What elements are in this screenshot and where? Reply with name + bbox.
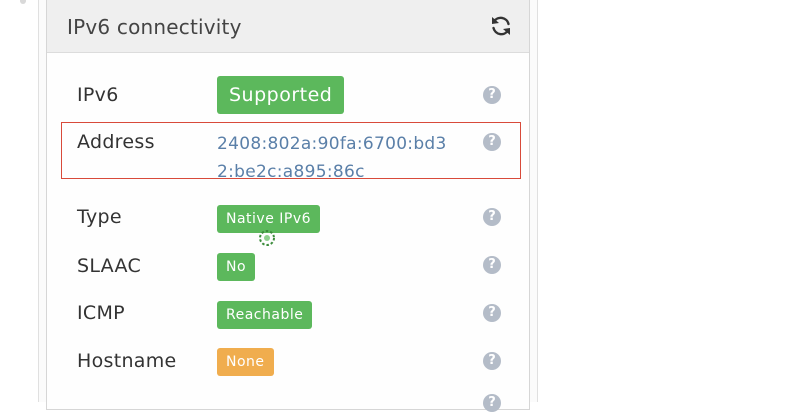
status-badge-icmp: Reachable (217, 301, 313, 329)
refresh-icon[interactable] (489, 14, 513, 38)
window-edge (20, 0, 26, 4)
row-label-slaac: SLAAC (77, 255, 142, 277)
status-badge-slaac: No (217, 253, 256, 281)
status-badge-ipv6: Supported (217, 76, 345, 114)
help-icon-icmp[interactable]: ? (483, 304, 501, 322)
status-badge-hostname: None (217, 348, 274, 376)
help-icon-type[interactable]: ? (483, 208, 501, 226)
ipv6-connectivity-panel: IPv6 connectivity IPv6 Supported ? Addre… (46, 0, 530, 412)
row-label-hostname: Hostname (77, 350, 177, 372)
help-icon-slaac[interactable]: ? (483, 256, 501, 274)
panel-header: IPv6 connectivity (47, 0, 529, 53)
row-label-type: Type (77, 206, 122, 228)
busy-cursor-icon (259, 230, 275, 246)
panel-title: IPv6 connectivity (67, 15, 242, 39)
address-highlight-box (61, 122, 521, 179)
row-label-icmp: ICMP (77, 302, 125, 324)
help-icon-ipv6[interactable]: ? (483, 86, 501, 104)
row-label-ipv6: IPv6 (77, 84, 119, 106)
help-icon-next-row[interactable]: ? (483, 394, 501, 412)
help-icon-hostname[interactable]: ? (483, 352, 501, 370)
